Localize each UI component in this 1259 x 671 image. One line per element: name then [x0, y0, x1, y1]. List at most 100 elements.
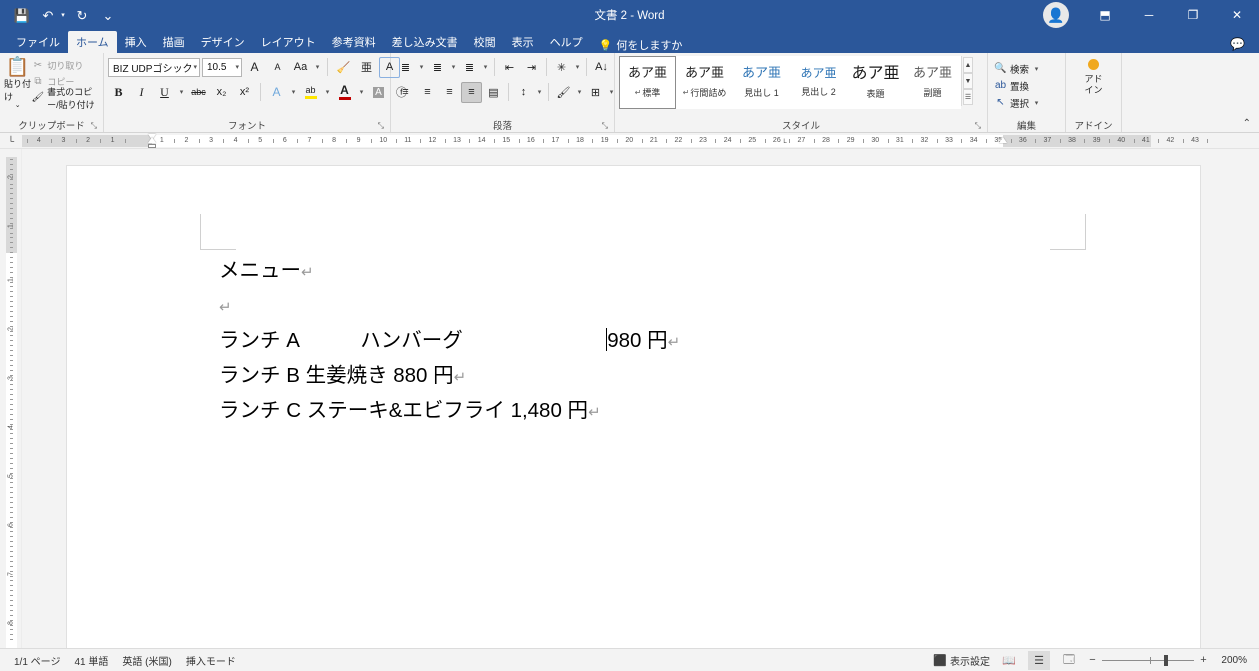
document-canvas[interactable]: メニュー↵ ↵ ランチ A ハンバーグ 980 円↵ ランチ B 生姜焼き 88…	[22, 149, 1259, 648]
styles-more-icon[interactable]: ☰	[963, 89, 973, 105]
tab-stop-marker[interactable]: └	[782, 140, 787, 147]
styles-dialog-launcher-icon[interactable]: ⤡	[975, 121, 981, 131]
hanging-indent-marker[interactable]	[148, 137, 156, 143]
underline-dropdown-icon[interactable]: ▾	[177, 88, 186, 96]
tab-help[interactable]: ヘルプ	[542, 31, 591, 53]
collapse-ribbon-icon[interactable]: ⌃	[1243, 118, 1251, 129]
tab-view[interactable]: 表示	[504, 31, 542, 53]
cut-button[interactable]: ✂ 切り取り	[31, 58, 99, 73]
style-heading-1[interactable]: あア亜 見出し 1	[733, 56, 790, 109]
style-no-spacing[interactable]: あア亜 ↵ 行間詰め	[676, 56, 733, 109]
align-right-icon[interactable]: ≡	[439, 82, 460, 103]
highlight-dropdown-icon[interactable]: ▾	[323, 88, 332, 96]
web-layout-icon[interactable]: 🗔	[1058, 651, 1080, 670]
numbering-dropdown-icon[interactable]: ▾	[449, 63, 458, 71]
align-left-icon[interactable]: ≡	[395, 82, 416, 103]
asian-layout-icon[interactable]: ✳	[551, 57, 572, 78]
clipboard-dialog-launcher-icon[interactable]: ⤡	[91, 121, 97, 131]
display-settings-button[interactable]: ⬛ 表示設定	[933, 653, 990, 668]
comment-icon[interactable]: 💬	[1230, 37, 1259, 53]
document-line[interactable]: ↵	[219, 289, 1079, 324]
asian-layout-dropdown-icon[interactable]: ▾	[573, 63, 582, 71]
tab-mailings[interactable]: 差し込み文書	[384, 31, 466, 53]
grow-font-icon[interactable]: A	[244, 57, 265, 78]
paragraph-dialog-launcher-icon[interactable]: ⤡	[602, 121, 608, 131]
increase-indent-icon[interactable]: ⇥	[521, 57, 542, 78]
vertical-ruler[interactable]: 2112345678	[0, 149, 22, 648]
tab-review[interactable]: 校閲	[466, 31, 504, 53]
font-size-input[interactable]: 10.5 ▾	[202, 57, 242, 77]
find-dropdown-icon[interactable]: ▾	[1032, 65, 1041, 73]
text-effects-dropdown-icon[interactable]: ▾	[289, 88, 298, 96]
left-indent-marker[interactable]	[148, 144, 156, 148]
zoom-control[interactable]: − + 200%	[1088, 654, 1247, 666]
change-case-icon[interactable]: Aa	[290, 57, 311, 78]
find-button[interactable]: 🔍 検索 ▾	[992, 60, 1041, 77]
document-line[interactable]: メニュー↵	[219, 254, 1079, 289]
character-shading-icon[interactable]: A	[368, 82, 389, 103]
insert-mode-indicator[interactable]: 挿入モード	[186, 653, 236, 668]
tab-file[interactable]: ファイル	[8, 31, 68, 53]
styles-scroll-up-icon[interactable]: ▲	[963, 57, 973, 73]
document-text[interactable]: メニュー↵ ↵ ランチ A ハンバーグ 980 円↵ ランチ B 生姜焼き 88…	[219, 254, 1079, 429]
decrease-indent-icon[interactable]: ⇤	[499, 57, 520, 78]
line-spacing-dropdown-icon[interactable]: ▾	[535, 88, 544, 96]
line-spacing-icon[interactable]: ↕	[513, 82, 534, 103]
style-title[interactable]: あア亜 表題	[847, 56, 904, 109]
borders-icon[interactable]: ⊞	[585, 82, 606, 103]
close-button[interactable]: ✕	[1215, 0, 1259, 30]
tab-home[interactable]: ホーム	[68, 31, 117, 53]
phonetic-guide-icon[interactable]: 亜	[356, 57, 377, 78]
tell-me-search[interactable]: 💡 何をしますか	[591, 37, 691, 53]
document-line[interactable]: ランチ B 生姜焼き 880 円↵	[219, 359, 1079, 394]
tab-insert[interactable]: 挿入	[117, 31, 155, 53]
bullets-icon[interactable]: ≣	[395, 57, 416, 78]
text-highlight-icon[interactable]: ab	[300, 82, 321, 103]
tab-layout[interactable]: レイアウト	[253, 31, 324, 53]
strikethrough-button[interactable]: abc	[188, 82, 209, 103]
ribbon-display-options-icon[interactable]: ⬒	[1083, 0, 1127, 30]
document-line[interactable]: ランチ C ステーキ&エビフライ 1,480 円↵	[219, 394, 1079, 429]
minimize-button[interactable]: ─	[1127, 0, 1171, 30]
paste-dropdown-icon[interactable]: ⌄	[15, 101, 21, 109]
multilevel-list-icon[interactable]: ≣	[459, 57, 480, 78]
font-dialog-launcher-icon[interactable]: ⤡	[378, 121, 384, 131]
page-indicator[interactable]: 1/1 ページ	[14, 653, 60, 668]
zoom-in-button[interactable]: +	[1199, 654, 1208, 666]
tab-design[interactable]: デザイン	[193, 31, 253, 53]
italic-button[interactable]: I	[131, 82, 152, 103]
sort-icon[interactable]: A↓	[591, 57, 612, 78]
language-indicator[interactable]: 英語 (米国)	[122, 653, 171, 668]
select-button[interactable]: ↖ 選択 ▾	[992, 94, 1041, 111]
change-case-dropdown-icon[interactable]: ▾	[313, 63, 322, 71]
tab-references[interactable]: 参考資料	[324, 31, 384, 53]
distribute-icon[interactable]: ▤	[483, 82, 504, 103]
shrink-font-icon[interactable]: A	[267, 57, 288, 78]
format-painter-button[interactable]: 🖌 書式のコピー/貼り付け	[31, 87, 99, 110]
restore-button[interactable]: ❐	[1171, 0, 1215, 30]
font-size-dropdown-icon[interactable]: ▾	[235, 63, 239, 71]
right-indent-marker[interactable]	[999, 137, 1008, 143]
justify-icon[interactable]: ≡	[461, 81, 482, 103]
zoom-out-button[interactable]: −	[1088, 654, 1097, 666]
zoom-level-label[interactable]: 200%	[1213, 655, 1247, 666]
zoom-slider-handle[interactable]	[1164, 654, 1168, 666]
document-line[interactable]: ランチ A ハンバーグ 980 円↵	[219, 324, 1079, 359]
shading-icon[interactable]: 🖌	[553, 82, 574, 103]
font-color-icon[interactable]: A	[334, 82, 355, 103]
subscript-button[interactable]: x₂	[211, 82, 232, 103]
paste-button[interactable]: 📋 貼り付け ⌄	[4, 56, 31, 109]
select-dropdown-icon[interactable]: ▾	[1032, 99, 1041, 107]
print-layout-icon[interactable]: ☰	[1028, 650, 1050, 670]
text-effects-icon[interactable]: A	[266, 82, 287, 103]
font-name-dropdown-icon[interactable]: ▾	[193, 63, 197, 71]
account-avatar[interactable]: 👤	[1043, 2, 1069, 28]
customize-qat-icon[interactable]: ⌄	[96, 4, 120, 26]
replace-button[interactable]: ab 置換	[992, 77, 1029, 94]
redo-icon[interactable]: ↻	[70, 4, 94, 26]
align-center-icon[interactable]: ≡	[417, 82, 438, 103]
style-normal[interactable]: あア亜 ↵ 標準	[619, 56, 676, 109]
bold-button[interactable]: B	[108, 82, 129, 103]
read-mode-icon[interactable]: 📖	[998, 651, 1020, 670]
multilevel-dropdown-icon[interactable]: ▾	[481, 63, 490, 71]
